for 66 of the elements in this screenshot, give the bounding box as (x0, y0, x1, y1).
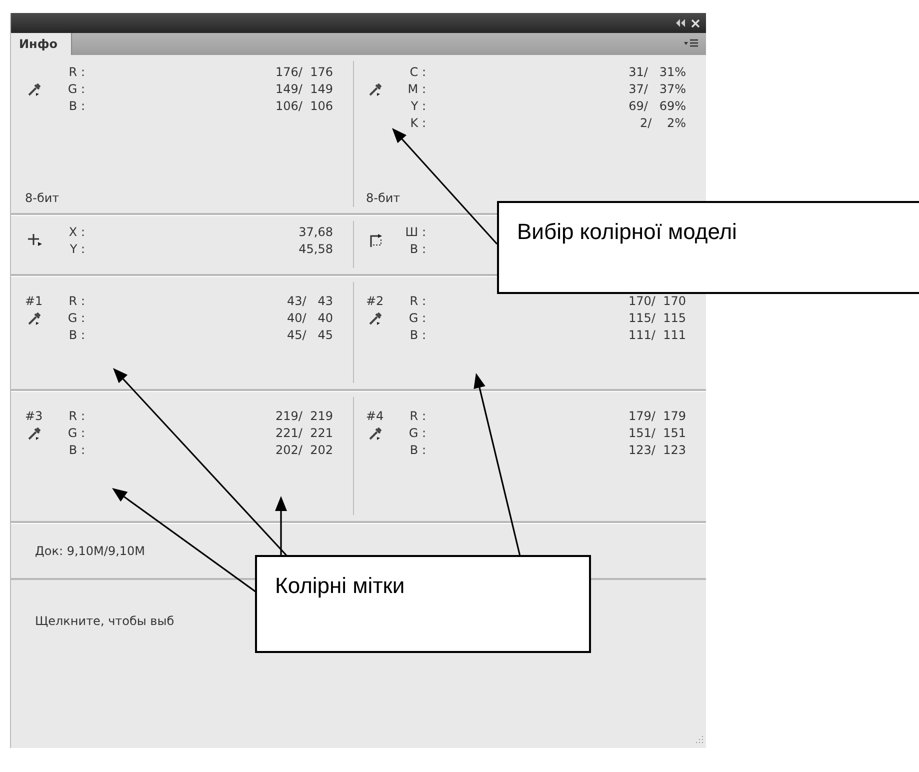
eyedropper-icon[interactable] (368, 424, 384, 440)
channel-value: 202/ 202 (276, 442, 333, 456)
selection-size-icon[interactable] (368, 232, 384, 248)
hint-text: Щелкните, чтобы выб (35, 614, 174, 628)
channel-value: 37/ 37% (628, 82, 686, 96)
channel-label: G : (66, 310, 85, 324)
channel-label: Y : (410, 98, 426, 112)
channel-value: 37,68 (298, 224, 333, 238)
channel-value: 45,58 (298, 242, 333, 256)
channel-label: Y : (68, 242, 85, 256)
channel-label: R : (68, 408, 85, 422)
callout-label: Колірні мітки (255, 555, 591, 653)
channel-value: 69/ 69% (628, 98, 686, 112)
channel-label: K : (409, 116, 426, 130)
eyedropper-icon[interactable] (27, 424, 43, 440)
channel-label: B : (408, 442, 426, 456)
color-sampler-number: #4 (366, 408, 385, 422)
panel-tab[interactable]: Инфо (11, 33, 72, 55)
channel-label: R : (408, 408, 426, 422)
close-icon[interactable] (691, 18, 700, 28)
channel-value: 31/ 31% (628, 64, 686, 78)
channel-label: C : (408, 64, 426, 78)
color-sampler-number: #3 (25, 408, 44, 422)
document-size: Док: 9,10M/9,10M (35, 544, 146, 558)
channel-label: G : (408, 426, 426, 440)
color-sampler-number: #2 (366, 294, 385, 308)
bit-depth-label: 8-бит (25, 191, 60, 205)
channel-label: B : (68, 442, 85, 456)
channel-label: B : (68, 328, 85, 342)
channel-value: 221/ 221 (276, 426, 333, 440)
channel-value: 170/ 170 (628, 294, 686, 308)
channel-label: B : (408, 242, 426, 256)
channel-label: G : (66, 426, 85, 440)
collapse-icon[interactable] (675, 19, 685, 27)
eyedropper-icon[interactable] (368, 80, 384, 96)
eyedropper-icon[interactable] (27, 80, 43, 96)
channel-label: X : (68, 224, 85, 238)
eyedropper-icon[interactable] (27, 310, 43, 326)
channel-value: 149/ 149 (276, 82, 333, 96)
channel-label: G : (66, 82, 85, 96)
channel-value: 176/ 176 (276, 64, 333, 78)
channel-value: 123/ 123 (628, 442, 686, 456)
channel-value: 106/ 106 (276, 98, 333, 112)
channel-label: Ш : (404, 224, 426, 238)
bit-depth-label: 8-бит (366, 191, 402, 205)
channel-value: 151/ 151 (628, 426, 686, 440)
channel-label: R : (68, 294, 85, 308)
channel-value: 43/ 43 (286, 294, 333, 308)
channel-value: 111/ 111 (628, 328, 686, 342)
color-sampler-number: #1 (25, 294, 44, 308)
panel-menu-icon[interactable] (684, 39, 698, 49)
eyedropper-icon[interactable] (368, 310, 384, 326)
channel-value: 219/ 219 (276, 408, 333, 422)
channel-label: R : (408, 294, 426, 308)
channel-label: R : (68, 64, 85, 78)
channel-label: B : (408, 328, 426, 342)
channel-value: 179/ 179 (628, 408, 686, 422)
channel-label: B : (68, 98, 85, 112)
channel-value: 2/ 2% (639, 116, 686, 130)
channel-value: 115/ 115 (628, 310, 686, 324)
crosshair-icon[interactable] (27, 232, 43, 248)
channel-value: 40/ 40 (286, 310, 333, 324)
channel-value: 45/ 45 (286, 328, 333, 342)
channel-label: G : (408, 310, 426, 324)
channel-label: M : (406, 82, 426, 96)
callout-label: Вибір колірної моделі (497, 201, 919, 294)
